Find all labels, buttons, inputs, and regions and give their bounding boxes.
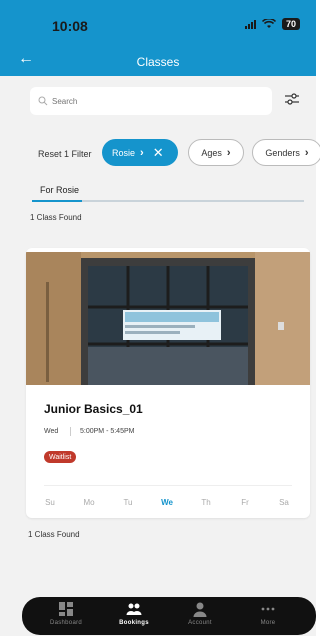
filter-chip-genders[interactable]: Genders › [252, 139, 320, 166]
status-badge: Waitlist [44, 451, 77, 463]
close-icon[interactable]: ✕ [153, 145, 164, 161]
weekday-label: Fr [241, 498, 249, 507]
nav-label: Account [188, 620, 212, 626]
search-input[interactable] [52, 96, 252, 106]
status-icons: 70 [244, 18, 300, 30]
filter-chip-label: Ages [201, 147, 222, 158]
nav-label: More [260, 620, 276, 626]
weekday-row: Su Mo Tu We Th Fr Sa [26, 498, 310, 510]
signal-icon [244, 19, 256, 29]
filter-chip-ages[interactable]: Ages › [188, 139, 244, 166]
main-content: Reset 1 Filter Rosie › ✕ Ages › Genders … [0, 76, 320, 636]
class-day: Wed [44, 428, 59, 435]
wifi-icon [261, 19, 276, 28]
filter-chip-label: Genders [265, 147, 300, 158]
weekday-label: Mo [83, 498, 95, 507]
status-time: 10:08 [52, 18, 88, 34]
nav-label: Bookings [119, 620, 149, 626]
separator [70, 427, 71, 436]
nav-item-more[interactable]: More [238, 601, 298, 626]
tab-active-indicator [32, 200, 82, 202]
search-bar[interactable] [30, 87, 272, 115]
filter-chip-label: Rosie [112, 147, 136, 158]
weekday-label-active: We [161, 498, 173, 507]
reset-filter-link[interactable]: Reset 1 Filter [38, 149, 92, 159]
battery-indicator: 70 [281, 18, 300, 30]
class-photo [26, 252, 310, 385]
page-title: Classes [136, 55, 180, 69]
weekday-label: Su [45, 498, 55, 507]
class-card[interactable]: Junior Basics_01 Wed 5:00PM - 5:45PM Wai… [26, 248, 310, 518]
nav-label: Dashboard [49, 620, 83, 626]
class-time: 5:00PM - 5:45PM [80, 428, 135, 435]
search-icon [38, 96, 48, 106]
filter-settings-icon[interactable] [283, 90, 301, 108]
person-icon [193, 602, 207, 617]
dashboard-icon [59, 602, 73, 616]
tab-for-rosie[interactable]: For Rosie [40, 185, 79, 195]
nav-item-dashboard[interactable]: Dashboard [36, 601, 96, 626]
chevron-right-icon: › [304, 146, 309, 159]
chevron-right-icon: › [226, 146, 231, 159]
weekday-label: Sa [279, 498, 289, 507]
bottom-navigation: Dashboard Bookings Account More [22, 597, 316, 635]
more-icon [261, 607, 275, 611]
weekday-label: Th [201, 498, 211, 507]
results-count-bottom: 1 Class Found [28, 530, 80, 539]
filter-chip-rosie[interactable]: Rosie › ✕ [102, 139, 178, 166]
weekday-label: Tu [123, 498, 133, 507]
people-icon [126, 603, 142, 615]
card-divider [44, 485, 292, 486]
chevron-right-icon: › [140, 146, 144, 159]
class-title: Junior Basics_01 [44, 402, 143, 416]
nav-item-bookings[interactable]: Bookings [104, 601, 164, 626]
app-header: 10:08 70 ← Classes [0, 0, 316, 76]
results-count: 1 Class Found [30, 213, 82, 222]
nav-item-account[interactable]: Account [170, 601, 230, 626]
